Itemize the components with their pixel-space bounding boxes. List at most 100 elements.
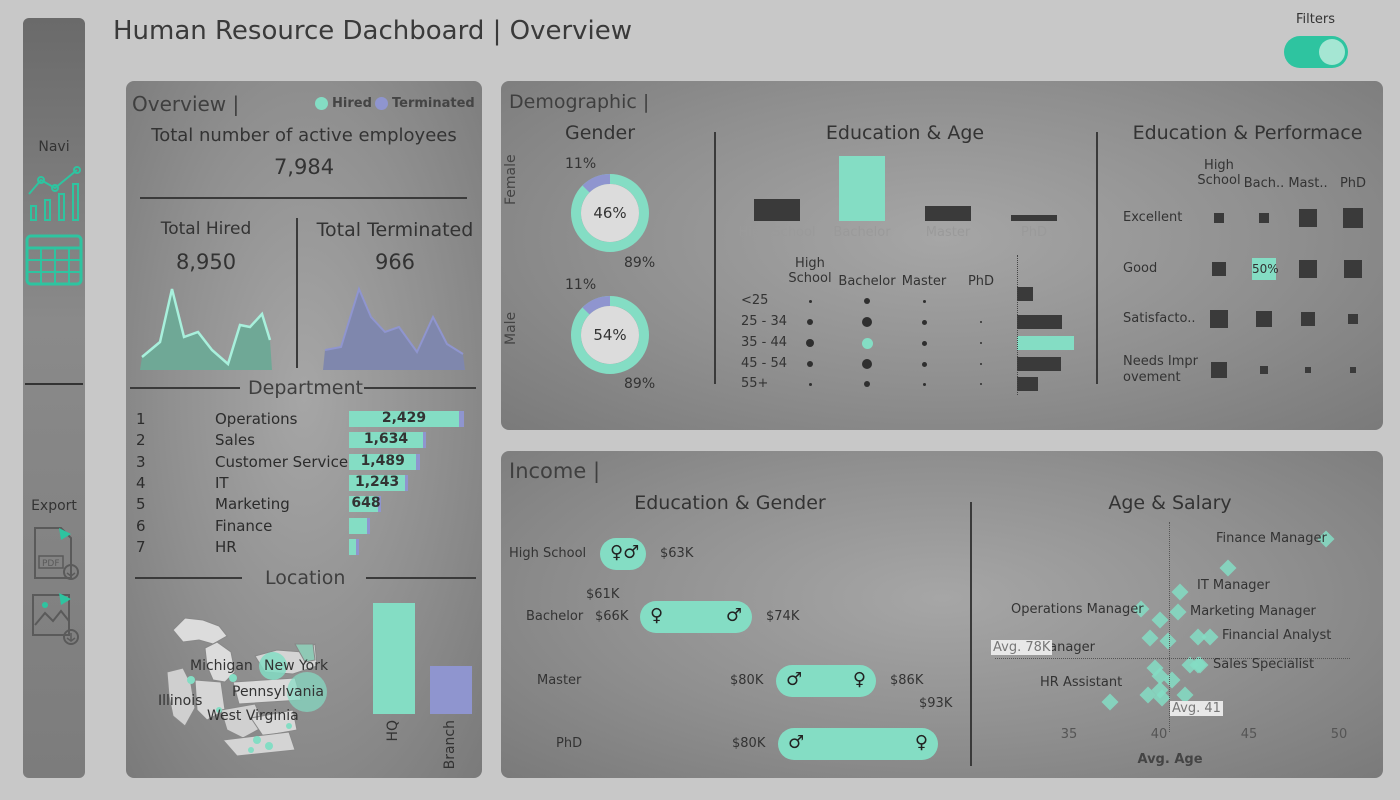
- performance-square[interactable]: [1256, 311, 1272, 327]
- matrix-dot[interactable]: [864, 381, 870, 387]
- matrix-dot[interactable]: [922, 299, 926, 303]
- income-row-label: Master: [537, 673, 582, 688]
- matrix-dot[interactable]: [861, 337, 873, 349]
- table-icon[interactable]: [25, 234, 83, 290]
- age-bar[interactable]: [1017, 287, 1033, 301]
- performance-square[interactable]: [1211, 362, 1227, 378]
- scatter-label: IT Manager: [1197, 578, 1270, 593]
- department-hired-bar: [349, 538, 356, 555]
- age-bar[interactable]: [1017, 315, 1062, 329]
- matrix-dot[interactable]: [922, 382, 926, 386]
- x-axis-label: Avg. Age: [1137, 752, 1203, 767]
- performance-square[interactable]: [1348, 314, 1358, 324]
- matrix-dot[interactable]: [980, 342, 982, 344]
- matrix-dot[interactable]: [980, 321, 982, 323]
- matrix-column-header: PhD: [967, 274, 995, 289]
- department-row[interactable]: 3 Customer Service 1,489: [136, 452, 476, 472]
- location-rule-right: [366, 577, 476, 579]
- age-group-label: 55+: [741, 376, 769, 391]
- income-row-label: PhD: [556, 736, 583, 751]
- education-bar[interactable]: [754, 199, 800, 221]
- age-bar[interactable]: [1017, 357, 1061, 371]
- performance-square[interactable]: [1299, 260, 1317, 278]
- performance-square[interactable]: [1301, 312, 1315, 326]
- male-donut-center: 54%: [593, 326, 627, 344]
- department-row[interactable]: 5 Marketing 648: [136, 494, 476, 514]
- location-bar[interactable]: [373, 603, 415, 714]
- age-bar[interactable]: [1017, 377, 1038, 391]
- female-icon: ♀: [914, 732, 928, 753]
- matrix-dot[interactable]: [807, 319, 813, 325]
- department-row[interactable]: 1 Operations 2,429: [136, 409, 476, 429]
- department-row[interactable]: 7 HR: [136, 537, 476, 557]
- matrix-dot[interactable]: [807, 361, 813, 367]
- age-bar[interactable]: [1017, 336, 1074, 350]
- matrix-dot[interactable]: [921, 361, 927, 367]
- department-row[interactable]: 6 Finance: [136, 516, 476, 536]
- matrix-dot[interactable]: [808, 382, 812, 386]
- department-value: 1,489: [360, 452, 405, 469]
- performance-square[interactable]: [1212, 262, 1226, 276]
- total-hired-value: 8,950: [175, 250, 237, 274]
- performance-square[interactable]: [1210, 310, 1228, 328]
- education-bar[interactable]: [925, 206, 971, 221]
- x-tick-label: 35: [1060, 727, 1078, 742]
- navi-label: Navi: [38, 139, 70, 155]
- department-name: Customer Service: [215, 452, 349, 471]
- performance-square[interactable]: 50%: [1252, 258, 1279, 280]
- department-terminated-bar: [422, 432, 427, 449]
- performance-square[interactable]: [1260, 366, 1268, 374]
- matrix-dot[interactable]: [864, 298, 870, 304]
- matrix-dot[interactable]: [980, 383, 982, 385]
- scatter-label: Marketing Manager: [1190, 604, 1316, 619]
- matrix-dot[interactable]: [921, 319, 927, 325]
- export-image-icon[interactable]: [31, 591, 79, 651]
- matrix-dot[interactable]: [806, 339, 814, 347]
- performance-square[interactable]: [1259, 213, 1269, 223]
- education-bar-label: Master: [925, 225, 971, 240]
- x-tick-label: 50: [1330, 727, 1348, 742]
- income-title: Income |: [509, 459, 601, 483]
- income-row-label: Bachelor: [526, 609, 584, 624]
- department-rank: 2: [136, 431, 146, 450]
- performance-square[interactable]: [1299, 209, 1317, 227]
- female-donut-center: 46%: [593, 204, 627, 222]
- performance-square[interactable]: [1305, 367, 1311, 373]
- demographic-title: Demographic |: [509, 91, 650, 113]
- export-pdf-icon[interactable]: PDF: [31, 526, 79, 586]
- performance-square[interactable]: [1344, 260, 1362, 278]
- matrix-dot[interactable]: [921, 340, 927, 346]
- female-top-pct: 11%: [565, 156, 597, 172]
- matrix-dot[interactable]: [980, 363, 982, 365]
- department-value: 1,243: [354, 473, 400, 490]
- edu-gender-title: Education & Gender: [634, 492, 826, 514]
- scatter-label: Finance Manager: [1216, 531, 1327, 546]
- education-bar[interactable]: [839, 156, 885, 221]
- department-row[interactable]: 2 Sales 1,634: [136, 430, 476, 450]
- location-bar[interactable]: [430, 666, 472, 714]
- matrix-dot[interactable]: [808, 299, 812, 303]
- performance-square[interactable]: [1343, 208, 1363, 228]
- department-value: 2,429: [381, 410, 427, 426]
- hired-trend-chart: [140, 282, 275, 376]
- department-value: 648: [351, 495, 381, 512]
- line-chart-icon[interactable]: [25, 166, 83, 228]
- total-hired-label: Total Hired: [160, 219, 252, 239]
- matrix-dot[interactable]: [862, 359, 872, 369]
- map-label-michigan: Michigan: [190, 658, 253, 674]
- department-row[interactable]: 4 IT 1,243: [136, 473, 476, 493]
- edu-age-title: Education & Age: [825, 122, 985, 144]
- department-terminated-bar: [355, 538, 359, 555]
- income-dumbbell[interactable]: ♂ ♀: [776, 665, 876, 697]
- matrix-dot[interactable]: [862, 317, 872, 327]
- income-dumbbell[interactable]: ♀♂: [600, 538, 646, 570]
- filters-toggle[interactable]: [1284, 36, 1348, 68]
- income-left-value: $66K: [595, 609, 629, 624]
- x-tick-label: 45: [1240, 727, 1258, 742]
- performance-square[interactable]: [1214, 213, 1224, 223]
- education-bar[interactable]: [1011, 215, 1057, 221]
- performance-square[interactable]: [1350, 367, 1356, 373]
- department-name: Marketing: [215, 495, 290, 514]
- income-dumbbell[interactable]: ♂ ♀: [778, 728, 938, 760]
- income-dumbbell[interactable]: ♀♂: [640, 601, 752, 633]
